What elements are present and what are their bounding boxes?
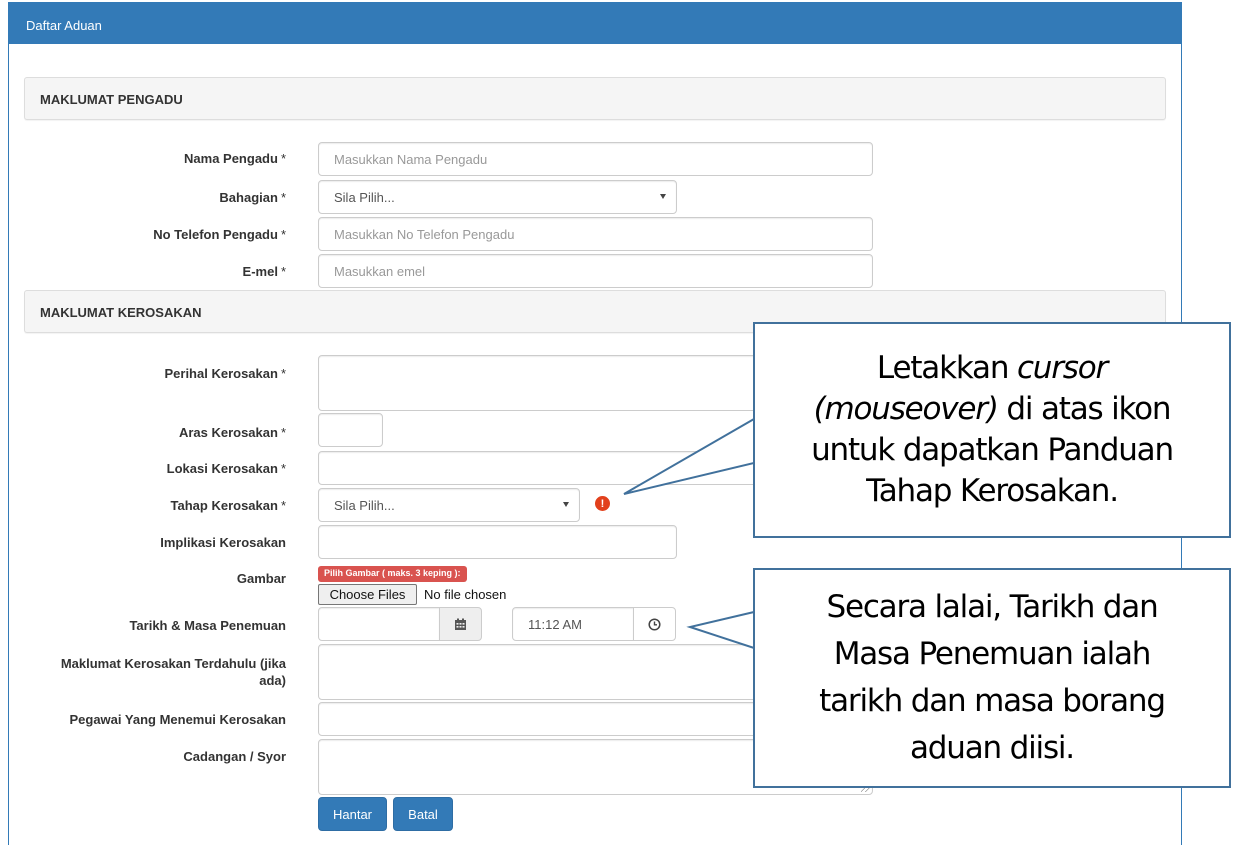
callout-tahap-kerosakan: Letakkan cursor (mouseover) di atas ikon… — [753, 322, 1231, 538]
callout-tarikh-masa: Secara lalai, Tarikh dan Masa Penemuan i… — [753, 568, 1231, 788]
